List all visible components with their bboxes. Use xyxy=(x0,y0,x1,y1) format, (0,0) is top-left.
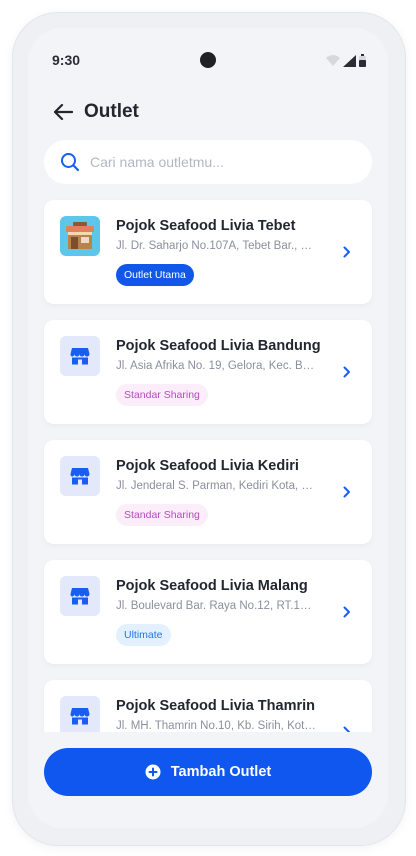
page-title: Outlet xyxy=(84,101,139,122)
add-outlet-button[interactable]: Tambah Outlet xyxy=(44,748,372,796)
outlet-name: Pojok Seafood Livia Kediri xyxy=(116,458,299,474)
store-icon xyxy=(60,576,100,616)
plus-circle-icon xyxy=(145,764,161,780)
search-icon xyxy=(61,153,80,172)
outlet-badge: Outlet Utama xyxy=(116,264,194,286)
page-header: Outlet xyxy=(52,98,139,126)
status-time: 9:30 xyxy=(52,52,81,68)
outlet-card-tebet[interactable]: Pojok Seafood Livia Tebet Jl. Dr. Saharj… xyxy=(44,200,372,304)
outlet-card-malang[interactable]: Pojok Seafood Livia Malang Jl. Boulevard… xyxy=(44,560,372,664)
status-bar: 9:30 xyxy=(28,28,388,90)
outlet-address: Jl. MH. Thamrin No.10, Kb. Sirih, Kota J… xyxy=(116,720,316,732)
outlet-name: Pojok Seafood Livia Thamrin xyxy=(116,698,316,714)
outlet-badge: Standar Sharing xyxy=(116,504,208,526)
storefront-image-icon xyxy=(60,216,100,256)
battery-icon xyxy=(359,54,366,67)
outlet-card-kediri[interactable]: Pojok Seafood Livia Kediri Jl. Jenderal … xyxy=(44,440,372,544)
app-screen: 9:30 Outlet Pojok Seafood Livia Tebet Jl… xyxy=(28,28,388,828)
outlet-address: Jl. Asia Afrika No. 19, Gelora, Kec. Ban… xyxy=(116,360,316,372)
outlet-card-bandung[interactable]: Pojok Seafood Livia Bandung Jl. Asia Afr… xyxy=(44,320,372,424)
outlet-badge: Standar Sharing xyxy=(116,384,208,406)
bottom-action-bar: Tambah Outlet xyxy=(28,732,388,828)
outlet-address: Jl. Jenderal S. Parman, Kediri Kota, Ked… xyxy=(116,480,316,492)
outlet-address: Jl. Boulevard Bar. Raya No.12, RT.18, Ma… xyxy=(116,600,316,612)
signal-icon xyxy=(343,55,356,67)
search-bar[interactable] xyxy=(44,140,372,184)
store-icon xyxy=(60,336,100,376)
wifi-icon xyxy=(326,55,340,66)
chevron-right-icon[interactable] xyxy=(340,484,354,500)
chevron-right-icon[interactable] xyxy=(340,364,354,380)
search-input[interactable] xyxy=(88,153,352,171)
camera-cutout xyxy=(200,52,216,68)
back-button[interactable] xyxy=(52,101,74,123)
chevron-right-icon[interactable] xyxy=(340,244,354,260)
arrow-left-icon xyxy=(53,103,73,121)
store-icon xyxy=(60,696,100,736)
outlet-badge: Ultimate xyxy=(116,624,171,646)
chevron-right-icon[interactable] xyxy=(340,604,354,620)
outlet-name: Pojok Seafood Livia Bandung xyxy=(116,338,321,354)
add-outlet-label: Tambah Outlet xyxy=(170,764,272,780)
store-icon xyxy=(60,456,100,496)
outlet-name: Pojok Seafood Livia Tebet xyxy=(116,218,296,234)
outlet-address: Jl. Dr. Saharjo No.107A, Tebet Bar., Kec… xyxy=(116,240,316,252)
outlet-name: Pojok Seafood Livia Malang xyxy=(116,578,308,594)
system-icons xyxy=(326,54,366,67)
